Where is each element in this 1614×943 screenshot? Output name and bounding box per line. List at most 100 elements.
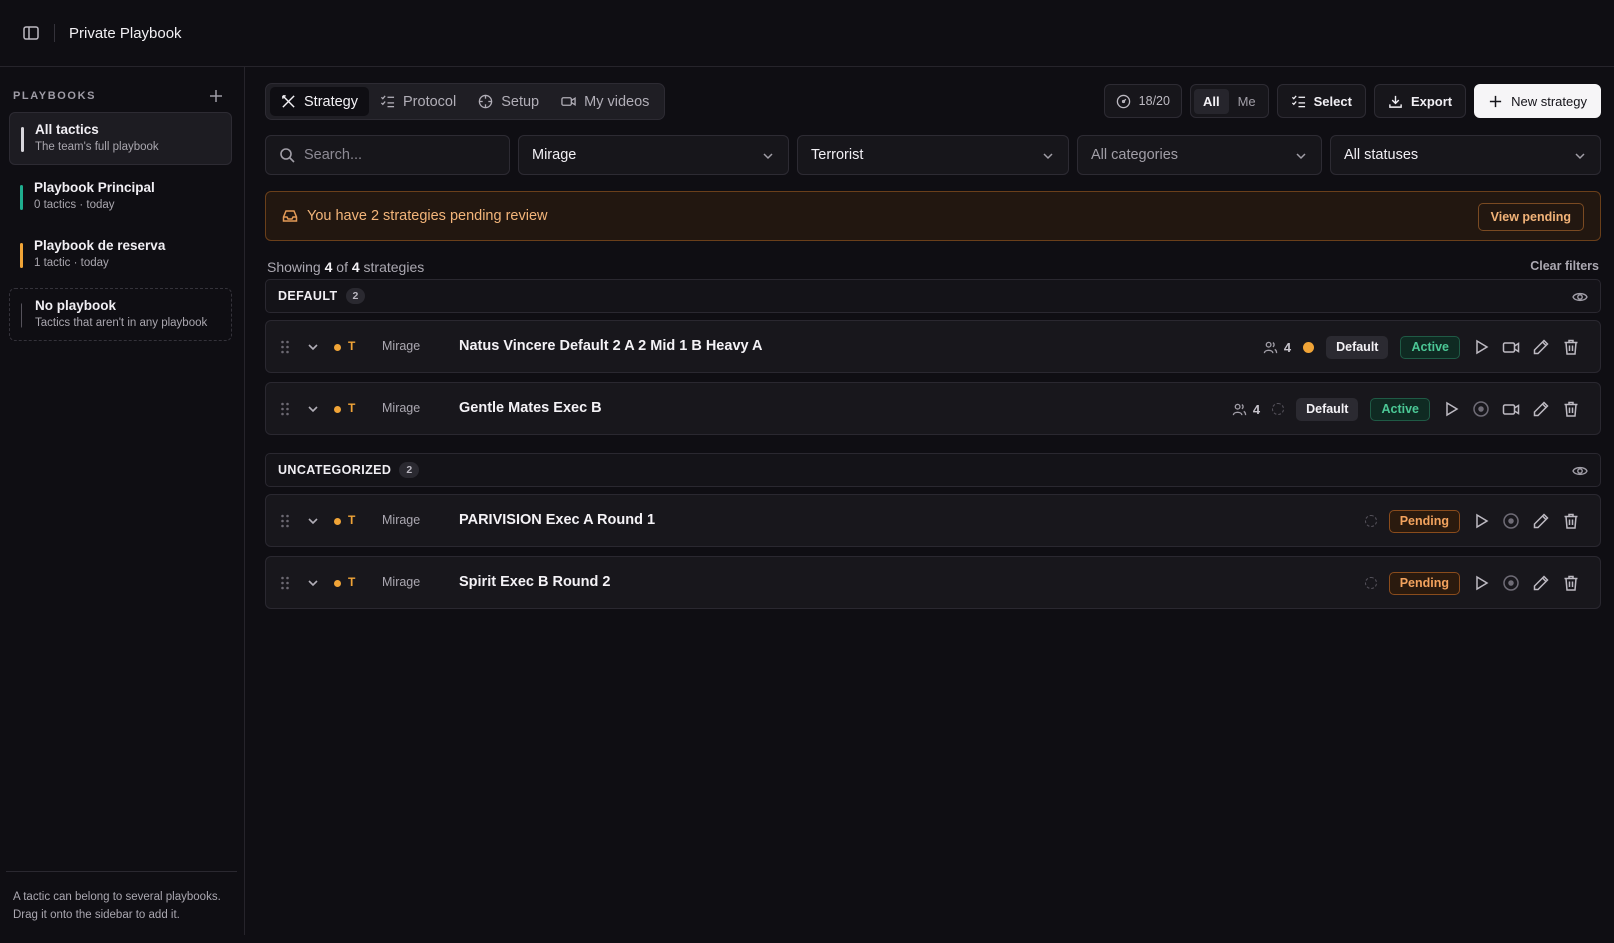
tab-label: My videos [584, 93, 650, 110]
pencil-icon[interactable] [1532, 338, 1550, 356]
chevron-down-icon [1296, 153, 1306, 160]
record-icon[interactable] [1502, 574, 1520, 592]
pending-review-banner: You have 2 strategies pending review Vie… [265, 191, 1601, 241]
record-icon[interactable] [1472, 400, 1490, 418]
row-actions: 4 Default Active [1263, 334, 1580, 360]
summary-prefix: Showing [267, 259, 321, 275]
new-strategy-label: New strategy [1511, 93, 1587, 109]
side-dot [334, 344, 341, 351]
scope-me-button[interactable]: Me [1229, 89, 1265, 114]
chevron-down-icon[interactable] [307, 341, 319, 353]
group-name: UNCATEGORIZED [278, 463, 392, 477]
category-select[interactable]: All categories [1077, 135, 1322, 175]
strategy-row[interactable]: T Mirage PARIVISION Exec A Round 1 Pendi… [265, 494, 1601, 547]
strategy-row[interactable]: T Mirage Natus Vincere Default 2 A 2 Mid… [265, 320, 1601, 373]
export-button[interactable]: Export [1373, 84, 1467, 118]
trash-icon[interactable] [1562, 338, 1580, 356]
chevron-down-icon[interactable] [307, 515, 319, 527]
row-actions: Pending [1364, 508, 1580, 534]
record-icon[interactable] [1502, 512, 1520, 530]
users-icon [1232, 403, 1247, 415]
type-badge: Default [1326, 335, 1389, 359]
group-header-default[interactable]: DEFAULT 2 [265, 279, 1601, 313]
video-icon[interactable] [1502, 400, 1520, 418]
tab-my-videos[interactable]: My videos [550, 87, 660, 116]
sidebar-item-no-playbook[interactable]: No playbook Tactics that aren't in any p… [9, 288, 232, 341]
drag-handle-icon[interactable] [280, 514, 290, 528]
chevron-down-icon[interactable] [307, 403, 319, 415]
pencil-icon[interactable] [1532, 512, 1550, 530]
users-icon [1263, 341, 1278, 353]
summary-of: of [336, 259, 348, 275]
scope-all-button[interactable]: All [1193, 88, 1229, 114]
playbook-color-bar [21, 127, 24, 152]
quota-icon [1116, 94, 1130, 108]
sidebar-item-label: No playbook [35, 298, 117, 313]
play-icon[interactable] [1472, 338, 1490, 356]
loading-dot [1364, 577, 1377, 589]
strategy-icon [282, 95, 295, 108]
tab-strategy[interactable]: Strategy [270, 87, 369, 116]
quota-value: 18/20 [1138, 94, 1170, 108]
add-playbook-icon[interactable] [209, 89, 223, 103]
play-icon[interactable] [1472, 574, 1490, 592]
pencil-icon[interactable] [1532, 400, 1550, 418]
group-header-uncategorized[interactable]: UNCATEGORIZED 2 [265, 453, 1601, 487]
orange-status-dot [1303, 341, 1315, 353]
group-name: DEFAULT [278, 289, 338, 303]
side-dot [334, 580, 341, 587]
play-icon[interactable] [1472, 512, 1490, 530]
view-pending-button[interactable]: View pending [1477, 203, 1584, 231]
player-count-value: 4 [1283, 339, 1292, 355]
trash-icon[interactable] [1562, 400, 1580, 418]
sidebar: PLAYBOOKS All tactics The team's full pl… [0, 67, 245, 935]
eye-icon[interactable] [1572, 290, 1588, 304]
type-badge: Default [1296, 397, 1359, 421]
export-label: Export [1410, 93, 1453, 109]
download-icon [1389, 95, 1402, 108]
playbooks-header: PLAYBOOKS [13, 89, 223, 103]
map-label: Mirage [382, 575, 421, 589]
drag-handle-icon[interactable] [280, 340, 290, 354]
map-select[interactable]: Mirage [518, 135, 789, 175]
sidebar-item-subtitle: The team's full playbook [35, 141, 159, 153]
video-icon[interactable] [1502, 338, 1520, 356]
chevron-down-icon [1043, 153, 1053, 160]
strategy-name: PARIVISION Exec A Round 1 [459, 512, 656, 528]
category-select-value: All categories [1091, 147, 1179, 163]
drag-handle-icon[interactable] [280, 402, 290, 416]
sidebar-item-all-tactics[interactable]: All tactics The team's full playbook [9, 112, 232, 165]
sidebar-item-playbook-de-reserva[interactable]: Playbook de reserva 1 tactic · today [9, 229, 232, 282]
drag-handle-icon[interactable] [280, 576, 290, 590]
play-icon[interactable] [1442, 400, 1460, 418]
map-select-value: Mirage [532, 147, 577, 163]
side-select[interactable]: Terrorist [797, 135, 1069, 175]
side-label: T [348, 575, 356, 589]
sidebar-item-playbook-principal[interactable]: Playbook Principal 0 tactics · today [9, 171, 232, 224]
chevron-down-icon [1575, 153, 1585, 160]
player-count: 4 [1263, 340, 1291, 355]
quota-indicator[interactable]: 18/20 [1103, 84, 1182, 118]
status-select[interactable]: All statuses [1330, 135, 1601, 175]
search-input[interactable]: Search... [265, 135, 510, 175]
player-count: 4 [1232, 402, 1260, 417]
sidebar-hint-line: Drag it onto the sidebar to add it. [13, 909, 180, 921]
chevron-down-icon[interactable] [307, 577, 319, 589]
sidebar-item-label: All tactics [35, 122, 99, 137]
sidebar-item-subtitle: 1 tactic · today [34, 257, 109, 269]
strategy-row[interactable]: T Mirage Spirit Exec B Round 2 Pending [265, 556, 1601, 609]
clear-filters-button[interactable]: Clear filters [1530, 259, 1599, 273]
trash-icon[interactable] [1562, 512, 1580, 530]
pencil-icon[interactable] [1532, 574, 1550, 592]
eye-icon[interactable] [1572, 464, 1588, 478]
select-button[interactable]: Select [1276, 84, 1366, 118]
tab-protocol[interactable]: Protocol [369, 87, 467, 116]
checklist-icon [380, 95, 395, 108]
status-select-value: All statuses [1344, 147, 1419, 163]
map-label: Mirage [382, 339, 421, 353]
trash-icon[interactable] [1562, 574, 1580, 592]
new-strategy-button[interactable]: New strategy [1474, 84, 1601, 118]
strategy-row[interactable]: T Mirage Gentle Mates Exec B 4 Default A… [265, 382, 1601, 435]
sidebar-toggle-icon[interactable] [22, 24, 40, 42]
tab-setup[interactable]: Setup [467, 87, 550, 116]
